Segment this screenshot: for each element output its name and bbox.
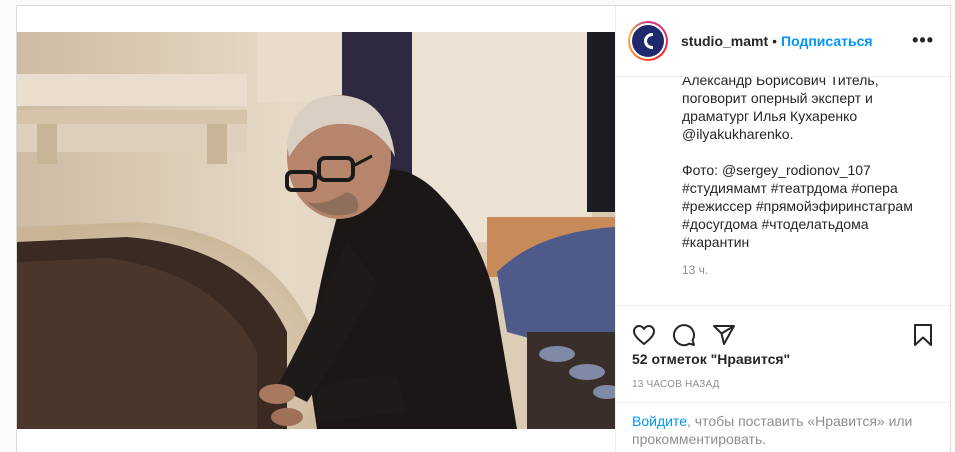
- separator-dot: •: [772, 33, 778, 49]
- more-options-icon[interactable]: •••: [912, 31, 934, 49]
- post-photo[interactable]: [17, 32, 615, 429]
- logo-mark-icon: [643, 33, 653, 49]
- share-icon[interactable]: [712, 323, 736, 352]
- instagram-post: studio_mamt • Подписаться ••• Александр …: [16, 5, 951, 452]
- bookmark-icon[interactable]: [911, 323, 935, 352]
- login-prompt: Войдите, чтобы поставить «Нравится» или …: [616, 402, 950, 452]
- login-prompt-text: Войдите, чтобы поставить «Нравится» или …: [632, 412, 932, 448]
- photo-image: [17, 32, 615, 429]
- avatar[interactable]: [628, 21, 668, 61]
- post-timestamp[interactable]: 13 ЧАСОВ НАЗАД: [632, 379, 720, 390]
- caption-text: Александр Борисович Титель, поговорит оп…: [682, 77, 913, 250]
- like-heart-icon[interactable]: [632, 323, 656, 352]
- login-link[interactable]: Войдите: [632, 413, 687, 429]
- comment-icon[interactable]: [672, 323, 696, 352]
- caption-timestamp: 13 ч.: [682, 263, 709, 277]
- actions-section: 52 отметок "Нравится" 13 ЧАСОВ НАЗАД: [616, 305, 950, 403]
- follow-button[interactable]: Подписаться: [781, 33, 873, 49]
- likes-count[interactable]: 52 отметок "Нравится": [632, 351, 790, 367]
- post-header: studio_mamt • Подписаться •••: [616, 6, 950, 77]
- username-link[interactable]: studio_mamt: [681, 33, 768, 49]
- post-sidebar: studio_mamt • Подписаться ••• Александр …: [615, 6, 950, 452]
- avatar-logo: [632, 25, 664, 57]
- caption-section: Александр Борисович Титель, поговорит оп…: [616, 77, 950, 305]
- avatar-border: [630, 23, 666, 59]
